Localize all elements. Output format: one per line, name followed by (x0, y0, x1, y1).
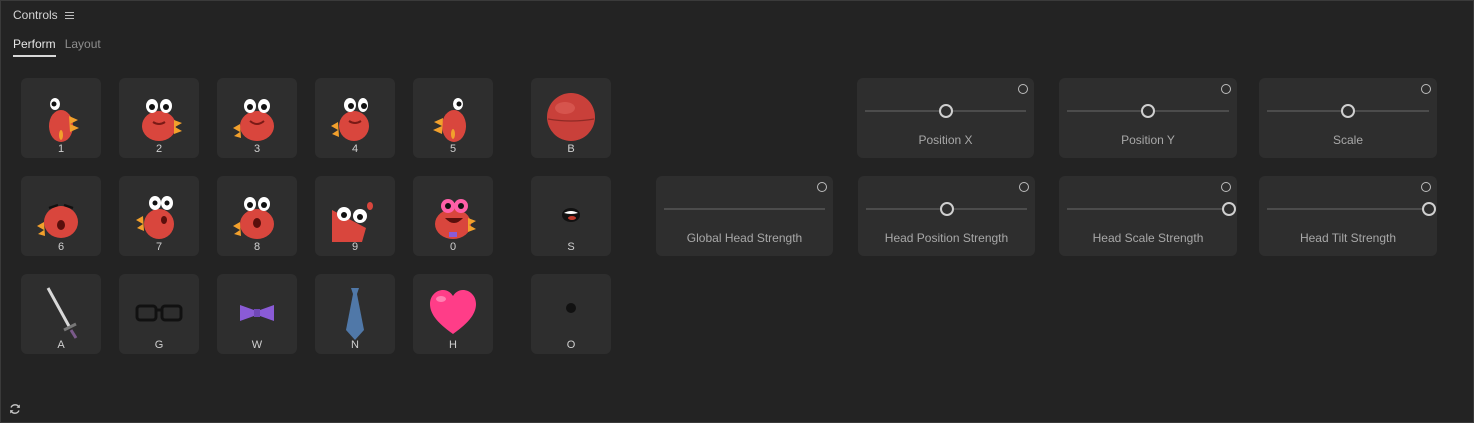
control-label: Head Position Strength (884, 231, 1009, 245)
panel-header: Controls (13, 8, 74, 22)
sword-icon (46, 287, 78, 339)
hamburger-menu-icon[interactable] (64, 11, 74, 19)
slider-knob[interactable] (1422, 202, 1436, 216)
trigger-4[interactable]: 4 (315, 78, 395, 158)
control-label: Global Head Strength (686, 231, 803, 245)
slider-knob[interactable] (1141, 104, 1155, 118)
monster-peeking-icon (332, 202, 373, 242)
slider-knob[interactable] (1341, 104, 1355, 118)
trigger-B[interactable]: B (531, 78, 611, 158)
control-head-tilt-strength: Head Tilt Strength (1259, 176, 1437, 256)
monster-party-icon (435, 199, 476, 239)
heart-icon (430, 290, 476, 334)
slider-knob[interactable] (1222, 202, 1236, 216)
slider-knob[interactable] (939, 202, 954, 216)
trigger-2[interactable]: 2 (119, 78, 199, 158)
slider-knob[interactable] (938, 104, 953, 118)
trigger-3[interactable]: 3 (217, 78, 297, 158)
tab-bar: Perform Layout (13, 37, 101, 57)
monster-surprised-icon (136, 196, 174, 239)
control-position-x: Position X (857, 78, 1034, 158)
keyboard-trigger-dot[interactable] (1019, 182, 1029, 192)
red-ball-icon (547, 93, 595, 141)
trigger-H[interactable]: H (413, 274, 493, 354)
trigger-9[interactable]: 9 (315, 176, 395, 256)
necktie-icon (346, 288, 364, 340)
tab-layout[interactable]: Layout (65, 37, 101, 57)
monster-front-view-icon (142, 99, 182, 141)
open-mouth-icon (562, 208, 580, 222)
slider-track[interactable] (1067, 208, 1229, 210)
trigger-0[interactable]: 0 (413, 176, 493, 256)
trigger-6[interactable]: 6 (21, 176, 101, 256)
control-label: Scale (1332, 133, 1364, 147)
panel-title: Controls (13, 8, 58, 22)
glasses-icon (135, 304, 183, 322)
keyboard-trigger-dot[interactable] (817, 182, 827, 192)
monster-profile-icon (433, 98, 466, 142)
trigger-8[interactable]: 8 (217, 176, 297, 256)
trigger-5[interactable]: 5 (413, 78, 493, 158)
control-scale: Scale (1259, 78, 1437, 158)
keyboard-trigger-dot[interactable] (1421, 182, 1431, 192)
trigger-1[interactable]: 1 (21, 78, 101, 158)
controls-panel: Controls Perform Layout 1 2 3 4 5 B 6 7 … (0, 0, 1474, 423)
slider-track[interactable] (664, 208, 825, 210)
trigger-G[interactable]: G (119, 274, 199, 354)
control-label: Head Tilt Strength (1299, 231, 1397, 245)
trigger-A[interactable]: A (21, 274, 101, 354)
control-global-head-strength: Global Head Strength (656, 176, 833, 256)
trigger-O[interactable]: O (531, 274, 611, 354)
control-position-y: Position Y (1059, 78, 1237, 158)
trigger-N[interactable]: N (315, 274, 395, 354)
monster-squint-icon (37, 203, 78, 238)
control-head-position-strength: Head Position Strength (858, 176, 1035, 256)
slider-track[interactable] (1267, 208, 1429, 210)
keyboard-trigger-dot[interactable] (1421, 84, 1431, 94)
control-label: Position X (918, 133, 973, 147)
trigger-7[interactable]: 7 (119, 176, 199, 256)
control-head-scale-strength: Head Scale Strength (1059, 176, 1237, 256)
refresh-icon[interactable] (9, 403, 21, 415)
bow-tie-icon (240, 305, 274, 321)
control-label: Head Scale Strength (1092, 231, 1204, 245)
monster-shocked-icon (233, 197, 274, 239)
trigger-W[interactable]: W (217, 274, 297, 354)
control-label: Position Y (1121, 133, 1175, 147)
keyboard-trigger-dot[interactable] (1018, 84, 1028, 94)
trigger-S[interactable]: S (531, 176, 611, 256)
keyboard-trigger-dot[interactable] (1221, 182, 1231, 192)
tab-perform[interactable]: Perform (13, 37, 56, 57)
dot-mouth-icon (566, 303, 576, 313)
monster-side-view-icon (49, 98, 79, 142)
monster-three-quarter-icon (331, 98, 369, 141)
monster-smiling-icon (233, 99, 274, 141)
keyboard-trigger-dot[interactable] (1221, 84, 1231, 94)
